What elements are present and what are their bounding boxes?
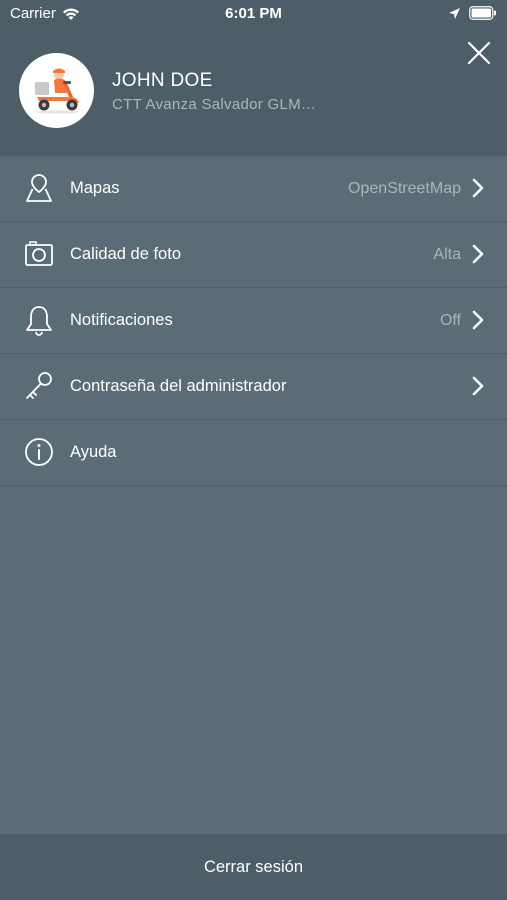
logout-label: Cerrar sesión xyxy=(203,858,304,876)
chevron-right-icon xyxy=(472,178,484,198)
key-icon xyxy=(26,372,52,399)
user-name: JOHN DOE xyxy=(112,70,213,91)
menu-item-label: Calidad de foto xyxy=(70,245,181,263)
menu-item-label: Notificaciones xyxy=(70,311,173,329)
logout-button[interactable]: Cerrar sesión xyxy=(0,834,507,900)
menu-item-calidad-foto[interactable]: Calidad de foto Alta xyxy=(0,222,507,288)
close-button[interactable] xyxy=(464,38,494,68)
chevron-right-icon xyxy=(472,310,484,330)
menu-item-label: Contraseña del administrador xyxy=(70,377,287,395)
status-right xyxy=(440,6,497,20)
camera-icon xyxy=(25,241,53,266)
close-icon xyxy=(467,41,491,65)
menu-item-mapas[interactable]: Mapas OpenStreetMap xyxy=(0,156,507,222)
menu-item-notificaciones[interactable]: Notificaciones Off xyxy=(0,288,507,354)
map-pin-icon xyxy=(26,174,52,202)
status-time: 6:01 PM xyxy=(225,5,282,22)
chevron-right-icon xyxy=(472,244,484,264)
bell-icon xyxy=(26,306,52,336)
delivery-scooter-illustration xyxy=(35,68,79,114)
avatar xyxy=(19,53,94,128)
info-icon xyxy=(25,438,53,466)
settings-menu: Mapas OpenStreetMap Calidad de foto Alta xyxy=(0,156,507,486)
location-arrow-icon xyxy=(449,7,460,19)
menu-item-value: OpenStreetMap xyxy=(348,180,461,197)
user-organization: CTT Avanza Salvador GLM… xyxy=(112,96,317,113)
battery-icon xyxy=(469,6,496,20)
settings-screen: Carrier 6:01 PM JOHN DOE CTT Avanza Salv… xyxy=(0,0,507,900)
menu-item-ayuda[interactable]: Ayuda xyxy=(0,420,507,486)
menu-item-label: Mapas xyxy=(70,179,120,197)
menu-item-value: Off xyxy=(439,312,461,329)
menu-item-value: Alta xyxy=(433,246,461,263)
menu-item-contrasena-administrador[interactable]: Contraseña del administrador xyxy=(0,354,507,420)
profile-header: JOHN DOE CTT Avanza Salvador GLM… xyxy=(0,28,507,156)
status-bar: Carrier 6:01 PM xyxy=(0,0,507,28)
chevron-right-icon xyxy=(472,376,484,396)
menu-item-label: Ayuda xyxy=(70,443,117,461)
